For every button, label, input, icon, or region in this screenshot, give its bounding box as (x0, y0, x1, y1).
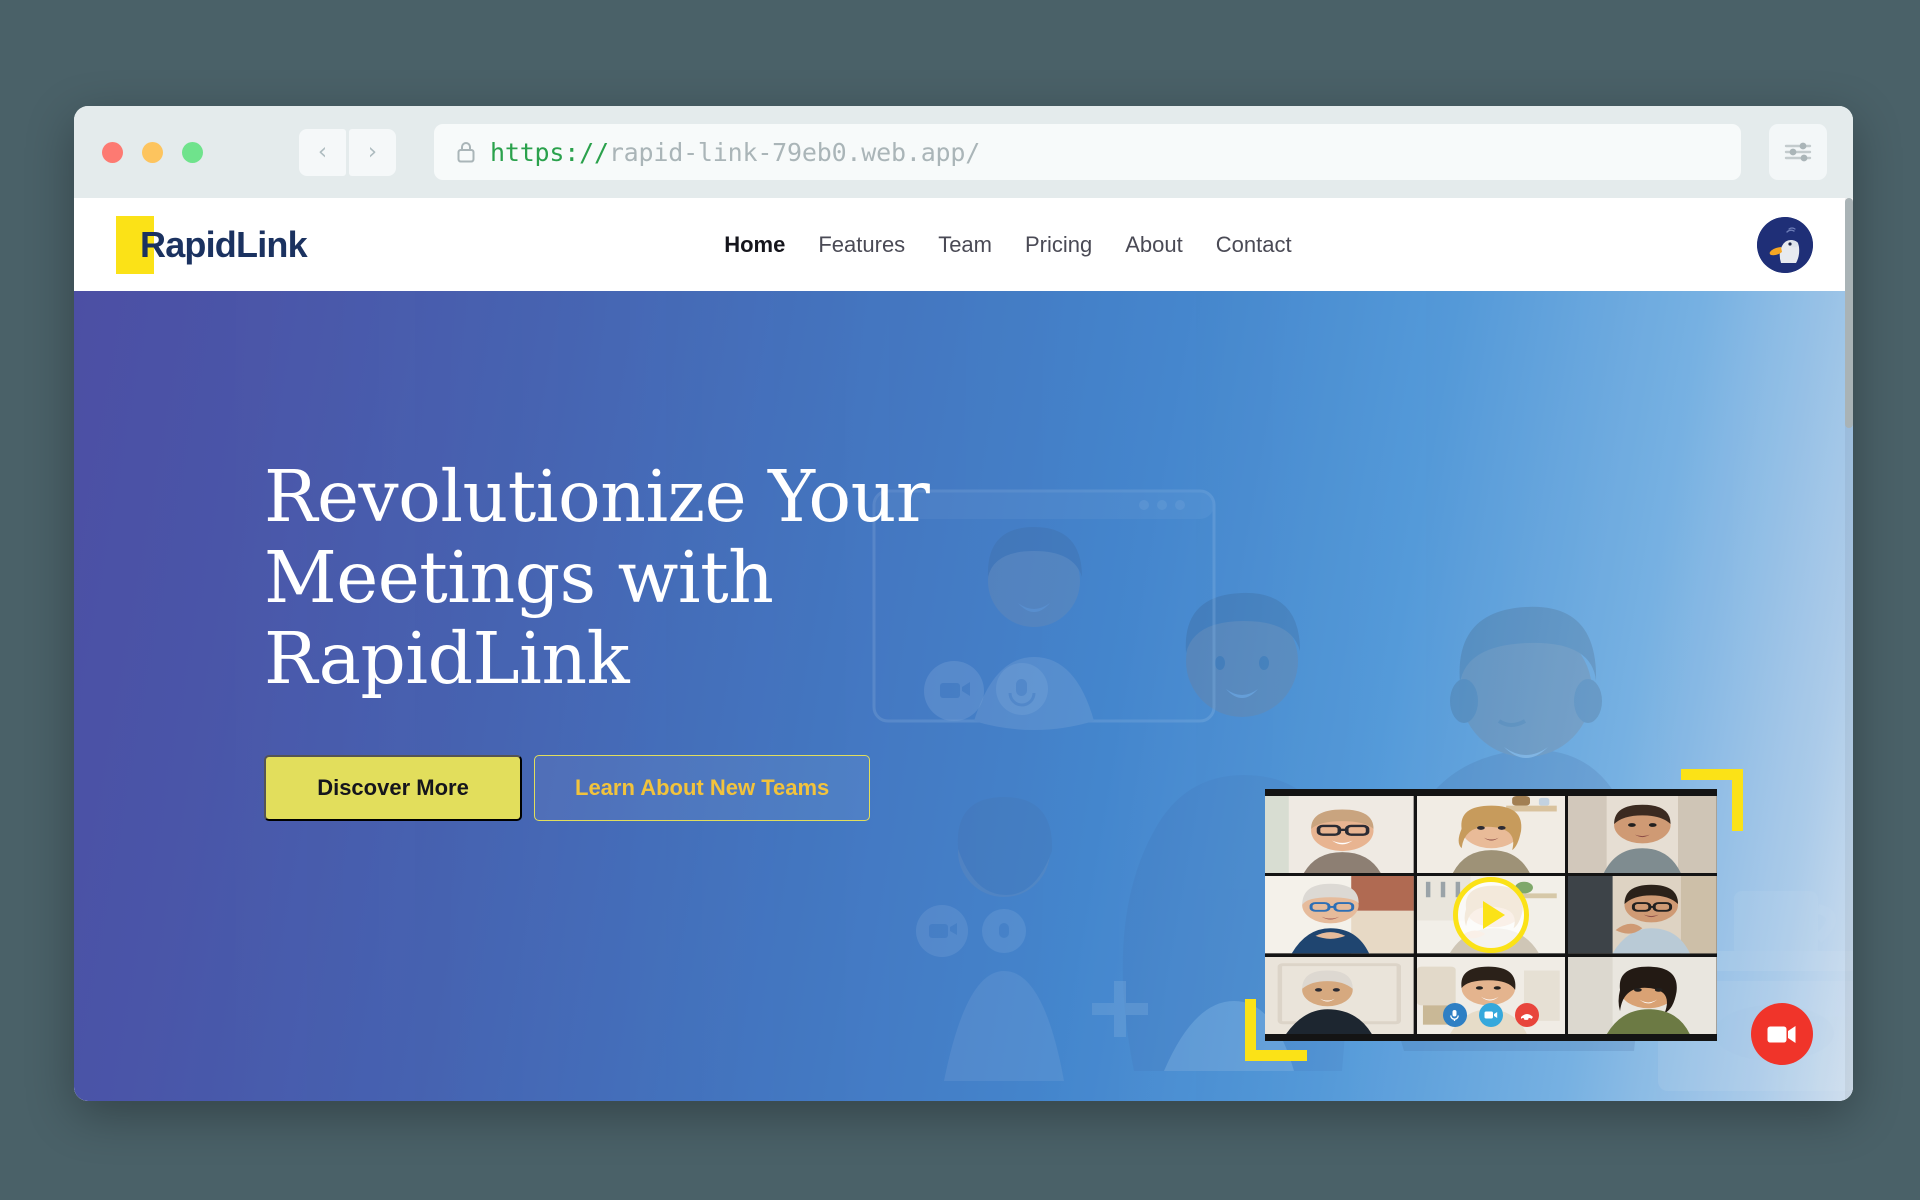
page-scrollbar[interactable] (1845, 198, 1853, 1101)
participant-tile[interactable] (1265, 956, 1414, 1034)
nav-item-home[interactable]: Home (724, 232, 785, 258)
browser-window: ‹ › https://rapid-link-79eb0.web.app/ Ra… (74, 106, 1853, 1101)
participant-tile[interactable] (1568, 876, 1717, 954)
play-icon (1483, 900, 1506, 929)
duck-avatar-icon (1756, 216, 1813, 273)
participant-tile[interactable] (1265, 796, 1414, 874)
participant-video (1265, 876, 1414, 954)
site-header: RapidLink Home Features Team Pricing Abo… (74, 198, 1853, 291)
avatar[interactable] (1756, 216, 1813, 273)
participant-video (1568, 956, 1717, 1034)
url-text: https://rapid-link-79eb0.web.app/ (490, 138, 980, 167)
nav-item-pricing[interactable]: Pricing (1025, 232, 1092, 258)
hero-title-line-1: Revolutionize Your (264, 455, 930, 538)
participant-video (1265, 956, 1414, 1034)
nav-item-about[interactable]: About (1125, 232, 1183, 258)
url-scheme: https:// (490, 137, 609, 167)
page-viewport: RapidLink Home Features Team Pricing Abo… (74, 198, 1853, 1101)
camera-icon (1484, 1011, 1498, 1019)
window-controls (102, 141, 203, 163)
main-navigation: Home Features Team Pricing About Contact (724, 232, 1291, 258)
start-video-call-button[interactable] (1751, 1003, 1813, 1065)
video-call-panel[interactable] (1245, 769, 1743, 1061)
nav-item-contact[interactable]: Contact (1216, 232, 1292, 258)
participant-video (1265, 796, 1414, 874)
sliders-icon (1784, 142, 1812, 162)
minimize-window-button[interactable] (142, 141, 163, 163)
participant-video (1568, 796, 1717, 874)
play-button[interactable] (1452, 876, 1529, 953)
participant-tile[interactable] (1265, 876, 1414, 954)
maximize-window-button[interactable] (182, 141, 203, 163)
video-frame (1265, 789, 1717, 1041)
participant-video (1416, 796, 1566, 874)
navigation-buttons: ‹ › (299, 128, 396, 176)
camera-button[interactable] (1478, 1003, 1503, 1027)
discover-more-button[interactable]: Discover More (264, 754, 522, 821)
site-logo[interactable]: RapidLink (96, 215, 308, 274)
hero-content: Revolutionize Your Meetings with RapidLi… (264, 455, 930, 821)
hero-cta-row: Discover More Learn About New Teams (264, 754, 929, 821)
participant-tile[interactable] (1568, 796, 1717, 874)
nav-item-team[interactable]: Team (938, 232, 992, 258)
address-bar[interactable]: https://rapid-link-79eb0.web.app/ (434, 124, 1741, 180)
back-button[interactable]: ‹ (299, 128, 346, 176)
microphone-button[interactable] (1442, 1003, 1467, 1027)
url-host: rapid-link-79eb0.web.app/ (608, 137, 981, 167)
participant-tile[interactable] (1416, 796, 1566, 874)
hero-title-line-2: Meetings with (264, 535, 774, 619)
forward-button[interactable]: › (349, 128, 396, 176)
close-window-button[interactable] (102, 141, 123, 163)
participant-tile[interactable] (1416, 956, 1566, 1034)
microphone-icon (1450, 1009, 1460, 1021)
browser-toolbar: ‹ › https://rapid-link-79eb0.web.app/ (74, 106, 1853, 198)
lock-icon (457, 142, 475, 163)
learn-about-new-teams-button[interactable]: Learn About New Teams (534, 754, 871, 821)
participant-grid (1265, 796, 1717, 1034)
browser-settings-button[interactable] (1769, 124, 1827, 180)
hangup-icon (1520, 1013, 1533, 1020)
scrollbar-thumb[interactable] (1845, 198, 1853, 428)
nav-item-features[interactable]: Features (818, 232, 905, 258)
participant-tile-active-speaker[interactable] (1416, 876, 1566, 954)
hero-title-line-3: RapidLink (264, 616, 630, 700)
video-camera-icon (1767, 1025, 1796, 1043)
participant-tile[interactable] (1568, 956, 1717, 1034)
hero-title: Revolutionize Your Meetings with RapidLi… (264, 455, 930, 700)
end-call-button[interactable] (1514, 1003, 1539, 1027)
participant-video (1568, 876, 1717, 954)
call-controls (1442, 1003, 1539, 1027)
hero-section: Revolutionize Your Meetings with RapidLi… (74, 291, 1853, 1101)
logo-text: RapidLink (140, 223, 308, 265)
